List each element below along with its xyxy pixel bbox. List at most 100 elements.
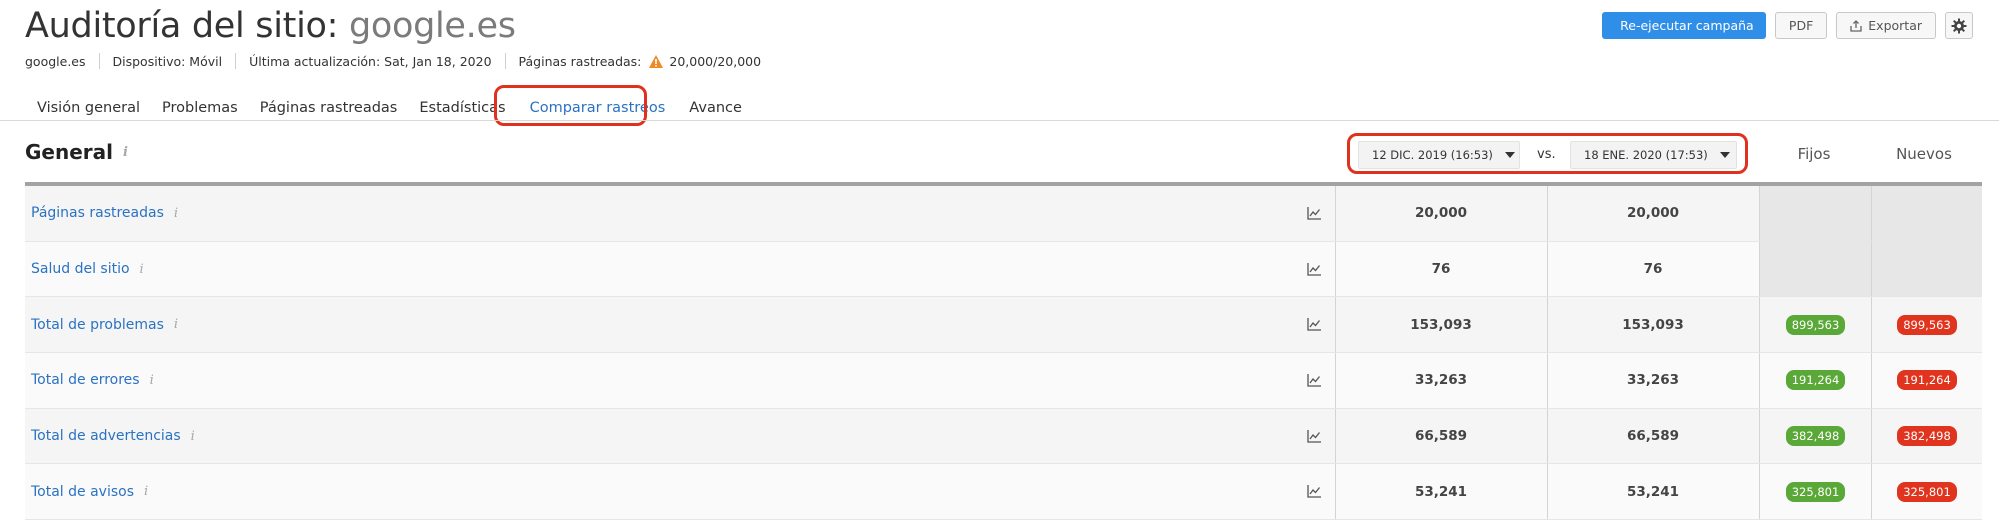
page-title-prefix: Auditoría del sitio:	[25, 6, 349, 46]
fixed-badge[interactable]: 325,801	[1785, 481, 1846, 502]
meta-last-update: Última actualización: Sat, Jan 18, 2020	[235, 53, 504, 69]
table-row: Total de errores i 33,263 33,263 191,264 191,…	[25, 353, 1982, 409]
settings-button[interactable]	[1945, 12, 1973, 39]
value-crawl-b: 76	[1643, 261, 1663, 278]
new-badge[interactable]: 899,563	[1897, 314, 1957, 335]
gear-icon	[1951, 18, 1967, 33]
new-cell: 382,498	[1872, 409, 1982, 464]
new-cell-empty	[1872, 186, 1982, 241]
new-cell: 191,264	[1872, 353, 1982, 408]
info-icon[interactable]: i	[191, 429, 195, 444]
row-metric-link[interactable]: Páginas rastreadas i	[31, 205, 178, 221]
crawl-date-a-select[interactable]: 12 DIC. 2019 (16:53)	[1358, 141, 1520, 169]
value-crawl-b: 153,093	[1622, 316, 1684, 333]
fixed-cell-empty	[1760, 241, 1871, 297]
new-badge[interactable]: 325,801	[1897, 481, 1957, 502]
page-title: Auditoría del sitio: google.es	[25, 6, 516, 46]
trend-chart-icon[interactable]	[1307, 318, 1321, 332]
info-icon[interactable]: i	[144, 484, 148, 499]
trend-chart-icon[interactable]	[1307, 485, 1321, 499]
row-metric-link[interactable]: Total de advertencias i	[31, 428, 195, 444]
export-button[interactable]: Exportar	[1836, 12, 1936, 39]
rerun-campaign-label: Re-ejecutar campaña	[1620, 18, 1754, 33]
crawl-date-a-value: 12 DIC. 2019 (16:53)	[1372, 148, 1493, 162]
fixed-cell-empty	[1760, 186, 1871, 241]
section-title-text: General	[25, 140, 113, 164]
table-row: Total de problemas i 153,093 153,093 899,563…	[25, 297, 1982, 354]
warning-icon	[649, 54, 664, 68]
chevron-down-icon	[1719, 152, 1730, 158]
row-metric-link[interactable]: Total de problemas i	[31, 317, 178, 333]
trend-chart-icon[interactable]	[1307, 374, 1321, 387]
new-badge[interactable]: 191,264	[1897, 370, 1957, 391]
header-actions: Re-ejecutar campaña PDF Exportar	[1601, 12, 1973, 39]
fixed-cell: 325,801	[1760, 464, 1871, 519]
meta-pages-crawled: Páginas rastreadas: 20,000/20,000	[504, 53, 775, 69]
fixed-cell: 191,264	[1760, 353, 1871, 408]
meta-pages-crawled-label: Páginas rastreadas:	[518, 53, 642, 69]
value-crawl-b: 33,263	[1626, 372, 1680, 389]
tabs-divider	[0, 120, 1999, 121]
fixed-cell: 899,563	[1760, 297, 1871, 352]
value-crawl-a: 20,000	[1414, 205, 1468, 222]
new-cell: 325,801	[1872, 464, 1982, 519]
value-crawl-a: 153,093	[1410, 316, 1472, 333]
value-crawl-a: 76	[1431, 261, 1451, 278]
column-header-new: Nuevos	[1896, 145, 1952, 163]
project-meta: google.es Dispositivo: Móvil Última actu…	[25, 53, 774, 69]
chevron-down-icon	[1504, 152, 1515, 158]
info-icon[interactable]: i	[174, 317, 178, 332]
tab-crawled-pages[interactable]: Páginas rastreadas	[249, 93, 409, 123]
tab-issues[interactable]: Problemas	[151, 93, 249, 123]
value-crawl-b: 66,589	[1626, 428, 1680, 445]
comparison-table: Páginas rastreadas i 20,000 20,000 Salud del…	[25, 182, 1982, 521]
export-icon	[1850, 19, 1862, 32]
row-metric-label: Páginas rastreadas	[31, 205, 164, 222]
crawl-date-b-select[interactable]: 18 ENE. 2020 (17:53)	[1570, 141, 1737, 169]
trend-chart-icon[interactable]	[1307, 262, 1321, 276]
rerun-campaign-button[interactable]: Re-ejecutar campaña	[1601, 12, 1766, 39]
crawl-date-b-value: 18 ENE. 2020 (17:53)	[1584, 148, 1708, 162]
info-icon[interactable]: i	[123, 145, 128, 160]
info-icon[interactable]: i	[150, 373, 154, 388]
meta-device: Dispositivo: Móvil	[98, 53, 236, 69]
column-header-fixed: Fijos	[1797, 145, 1831, 163]
fixed-badge[interactable]: 191,264	[1785, 370, 1846, 391]
info-icon[interactable]: i	[140, 262, 144, 277]
export-label: Exportar	[1868, 18, 1922, 33]
fixed-badge[interactable]: 382,498	[1785, 426, 1846, 447]
row-metric-link[interactable]: Total de errores i	[31, 372, 154, 388]
tab-progress[interactable]: Avance	[678, 93, 753, 123]
tab-overview[interactable]: Visión general	[25, 93, 151, 123]
new-badge[interactable]: 382,498	[1897, 426, 1957, 447]
table-row: Total de avisos i 53,241 53,241 325,801 325,8…	[25, 464, 1982, 521]
value-crawl-a: 66,589	[1414, 428, 1468, 445]
value-crawl-b: 53,241	[1626, 483, 1680, 500]
table-row: Total de advertencias i 66,589 66,589 382,49…	[25, 408, 1982, 465]
fixed-cell: 382,498	[1760, 409, 1871, 464]
table-row: Salud del sitio i 76 76	[25, 241, 1982, 298]
trend-chart-icon[interactable]	[1307, 429, 1321, 443]
new-cell: 899,563	[1872, 297, 1982, 352]
table-row: Páginas rastreadas i 20,000 20,000	[25, 186, 1982, 242]
meta-pages-crawled-value: 20,000/20,000	[669, 53, 762, 69]
row-metric-link[interactable]: Total de avisos i	[31, 484, 148, 500]
section-title: General i	[25, 140, 128, 164]
vs-label: vs.	[1537, 147, 1556, 162]
new-cell-empty	[1872, 241, 1982, 297]
row-metric-label: Total de advertencias	[31, 428, 181, 445]
row-metric-label: Salud del sitio	[31, 261, 130, 278]
trend-chart-icon[interactable]	[1307, 207, 1321, 220]
info-icon[interactable]: i	[174, 206, 178, 221]
row-metric-label: Total de problemas	[31, 316, 164, 333]
meta-domain: google.es	[25, 53, 86, 69]
row-metric-label: Total de avisos	[31, 483, 135, 500]
page-title-domain: google.es	[348, 6, 516, 46]
pdf-button[interactable]: PDF	[1774, 12, 1828, 39]
value-crawl-a: 53,241	[1414, 483, 1468, 500]
row-metric-link[interactable]: Salud del sitio i	[31, 261, 144, 277]
row-metric-label: Total de errores	[31, 372, 140, 389]
value-crawl-a: 33,263	[1414, 372, 1468, 389]
value-crawl-b: 20,000	[1626, 205, 1680, 222]
fixed-badge[interactable]: 899,563	[1785, 314, 1846, 335]
